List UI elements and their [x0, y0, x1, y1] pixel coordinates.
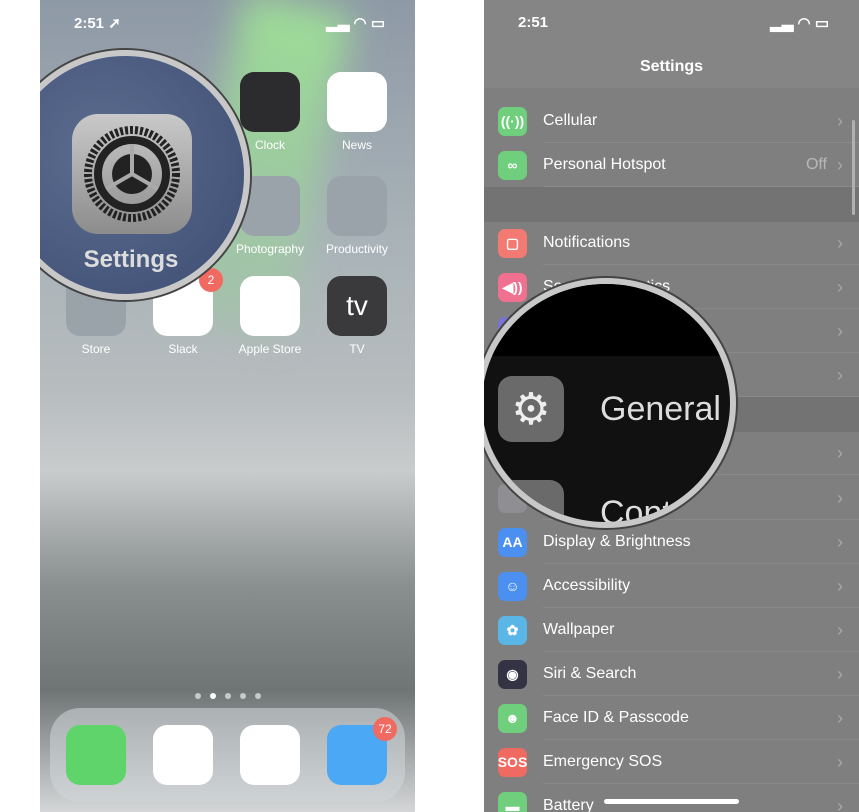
sos-icon: SOS — [498, 747, 527, 777]
battery-icon: ▭ — [370, 15, 385, 32]
app-apple-store[interactable]: Apple Store — [239, 276, 301, 356]
folder-icon — [327, 176, 387, 236]
settings-label-magnified: Settings — [83, 246, 179, 273]
safari-icon — [153, 725, 213, 785]
mail-icon: 72 — [327, 717, 397, 785]
row-label: Accessibility — [543, 577, 631, 594]
dock-phone[interactable] — [66, 725, 126, 785]
app-label: Productivity — [325, 242, 389, 256]
chevron-right-icon: › — [837, 663, 843, 684]
page-title: Settings — [639, 58, 704, 75]
app-label: Slack — [168, 342, 198, 356]
scrollbar[interactable] — [852, 120, 855, 215]
magnifier-settings: Settings — [40, 50, 250, 300]
clock-icon — [240, 72, 300, 132]
home-screen: 2:51 ➚ ▂▃ ◠ ▭ SettingsClockNewsPhotograp… — [40, 0, 415, 812]
settings-row-accessibility[interactable]: ☺ Accessibility › — [484, 564, 859, 608]
settings-row-display-brightness[interactable]: AA Display & Brightness › — [484, 520, 859, 564]
app-clock[interactable]: Clock — [240, 72, 300, 152]
news-icon — [327, 72, 387, 132]
chevron-right-icon: › — [837, 795, 843, 812]
app-label: Store — [81, 342, 111, 356]
chevron-right-icon: › — [837, 575, 843, 596]
home-indicator[interactable] — [604, 799, 739, 804]
chevron-right-icon: › — [837, 154, 843, 175]
general-icon-magnified[interactable]: ⚙ — [498, 376, 564, 442]
settings-icon-magnified[interactable] — [72, 114, 192, 234]
settings-screen: 2:51 ▂▃ ◠ ▭ Settings ((·)) Cellular › ∞ Pers… — [484, 0, 859, 812]
chevron-right-icon: › — [837, 364, 843, 385]
dock-music[interactable] — [240, 725, 300, 785]
status-bar: 2:51 ➚ ▂▃ ◠ ▭ — [74, 14, 385, 34]
status-bar: 2:51 ▂▃ ◠ ▭ — [518, 14, 829, 34]
chevron-right-icon: › — [837, 110, 843, 131]
magnifier-general: ⚙ General Cont — [484, 278, 736, 528]
settings-row-siri-search[interactable]: ◉ Siri & Search › — [484, 652, 859, 696]
hotspot-icon: ∞ — [498, 150, 527, 180]
page-indicator[interactable] — [195, 693, 261, 699]
chevron-right-icon: › — [837, 276, 843, 297]
app-productivity[interactable]: Productivity — [326, 176, 388, 256]
app-tv[interactable]: tv TV — [327, 276, 387, 356]
row-label: Siri & Search — [543, 665, 637, 682]
phone-icon — [66, 725, 126, 785]
app-label: Apple Store — [238, 342, 302, 356]
accessibility-icon: ☺ — [498, 571, 527, 601]
settings-row-battery[interactable]: ▬ Battery › — [484, 784, 859, 812]
nav-bar: 2:51 ▂▃ ◠ ▭ Settings — [484, 0, 859, 88]
antenna-icon: ((·)) — [498, 106, 527, 136]
row-label: Notifications — [543, 234, 631, 251]
settings-row-wallpaper[interactable]: ✿ Wallpaper › — [484, 608, 859, 652]
settings-row-notifications[interactable]: ▢ Notifications › — [484, 221, 859, 265]
control-center-icon-magnified — [498, 480, 564, 522]
status-time: 2:51 — [518, 14, 549, 31]
siri-icon: ◉ — [498, 659, 527, 689]
chevron-right-icon: › — [837, 707, 843, 728]
settings-row-emergency-sos[interactable]: SOS Emergency SOS › — [484, 740, 859, 784]
app-news[interactable]: News — [327, 72, 387, 152]
chevron-right-icon: › — [837, 751, 843, 772]
chevron-right-icon: › — [837, 320, 843, 341]
chevron-right-icon: › — [837, 442, 843, 463]
section-gap — [484, 187, 859, 222]
wifi-icon: ◠ — [797, 15, 811, 32]
dock-safari[interactable] — [153, 725, 213, 785]
row-label: Face ID & Passcode — [543, 709, 689, 726]
row-label: Cellular — [543, 112, 598, 129]
row-label: Personal Hotspot — [543, 156, 666, 173]
settings-row-personal-hotspot[interactable]: ∞ Personal Hotspot Off › — [484, 143, 859, 187]
row-label: Display & Brightness — [543, 533, 691, 550]
text-size-icon: AA — [498, 527, 527, 557]
row-label: Wallpaper — [543, 621, 615, 638]
chevron-right-icon: › — [837, 619, 843, 640]
row-label: Emergency SOS — [543, 753, 663, 770]
general-label-magnified[interactable]: General — [600, 390, 721, 429]
face-id-icon: ☻ — [498, 703, 527, 733]
apple-tv-icon: tv — [327, 276, 387, 336]
settings-row-cellular[interactable]: ((·)) Cellular › — [484, 99, 859, 143]
dock-mail[interactable]: 72 — [327, 717, 397, 785]
signal-icon: ▂▃ — [326, 15, 350, 32]
app-label: TV — [349, 342, 365, 356]
chevron-right-icon: › — [837, 531, 843, 552]
chevron-right-icon: › — [837, 232, 843, 253]
chevron-right-icon: › — [837, 487, 843, 508]
status-time: 2:51 — [74, 15, 105, 32]
battery-icon: ▭ — [814, 15, 829, 32]
signal-icon: ▂▃ — [770, 15, 794, 32]
battery-icon: ▬ — [498, 791, 527, 812]
music-icon — [240, 725, 300, 785]
badge: 72 — [373, 717, 397, 741]
wifi-icon: ◠ — [353, 15, 367, 32]
location-arrow-icon: ➚ — [108, 15, 121, 32]
settings-row-face-id-passcode[interactable]: ☻ Face ID & Passcode › — [484, 696, 859, 740]
gear-icon — [84, 126, 180, 222]
row-value: Off — [805, 156, 827, 173]
wallpaper-icon: ✿ — [498, 615, 527, 645]
apple-store-icon — [240, 276, 300, 336]
app-label: News — [341, 138, 372, 152]
notifications-icon: ▢ — [498, 228, 527, 258]
